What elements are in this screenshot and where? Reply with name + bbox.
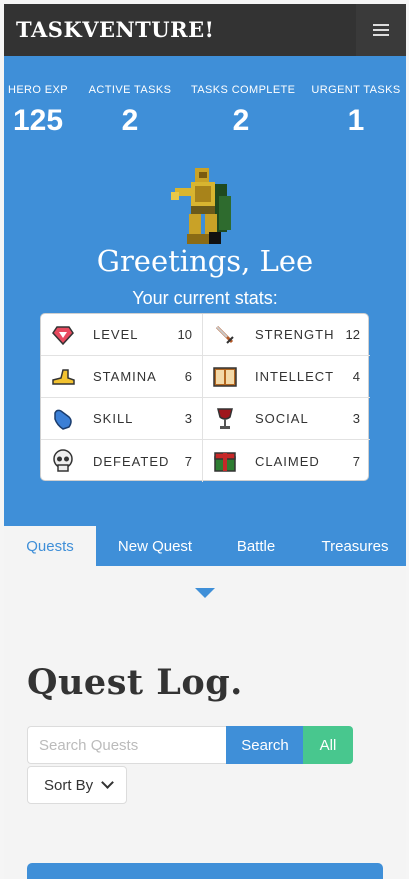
stat-value: 12	[345, 327, 360, 342]
stat-intellect: INTELLECT 4	[203, 356, 370, 398]
gem-icon	[51, 323, 75, 347]
gauntlet-icon	[51, 407, 75, 431]
summary-value: 2	[121, 104, 139, 137]
caret-down-icon	[195, 588, 215, 598]
app-page: TASKVENTURE! HERO EXP 125 ACTIVE TASKS 2…	[4, 4, 406, 879]
stat-value: 3	[184, 411, 192, 426]
stat-name: STRENGTH	[255, 327, 335, 342]
summary-value: 125	[12, 104, 64, 137]
sort-dropdown[interactable]: Sort By	[27, 766, 127, 804]
treasure-chest-icon	[213, 449, 237, 473]
stat-value: 7	[352, 453, 360, 469]
menu-button[interactable]	[356, 4, 406, 56]
stat-value: 3	[352, 411, 360, 426]
stat-stamina: STAMINA 6	[41, 356, 203, 398]
stat-level: LEVEL 10	[41, 314, 203, 356]
stat-defeated: DEFEATED 7	[41, 440, 203, 482]
search-input[interactable]	[27, 726, 226, 764]
skull-icon	[51, 449, 75, 473]
stat-name: CLAIMED	[255, 453, 320, 469]
all-button[interactable]: All	[303, 726, 353, 764]
stat-claimed: CLAIMED 7	[203, 440, 370, 482]
tab-bar: Quests New Quest Battle Treasures	[4, 526, 406, 566]
quest-card[interactable]	[27, 863, 383, 879]
stat-name: LEVEL	[93, 327, 139, 342]
stat-name: DEFEATED	[93, 453, 170, 469]
sort-label: Sort By	[44, 776, 94, 794]
summary-hero-exp: HERO EXP 125	[6, 84, 70, 138]
goblet-icon	[213, 407, 237, 431]
brand-logo[interactable]: TASKVENTURE!	[16, 17, 214, 42]
stat-skill: SKILL 3	[41, 398, 203, 440]
stat-value: 10	[177, 327, 192, 342]
tab-battle[interactable]: Battle	[226, 526, 286, 566]
stat-name: SOCIAL	[255, 411, 309, 426]
sword-icon	[213, 323, 237, 347]
knight-sprite-icon	[171, 168, 231, 244]
summary-tasks-complete: TASKS COMPLETE 2	[191, 84, 296, 138]
stat-name: INTELLECT	[255, 369, 335, 384]
stats-subtitle: Your current stats:	[132, 288, 278, 308]
boot-icon	[51, 365, 75, 389]
quest-log-title: Quest Log.	[27, 662, 243, 703]
summary-active-tasks: ACTIVE TASKS 2	[88, 84, 172, 138]
summary-label: TASKS COMPLETE	[191, 84, 296, 96]
stat-strength: STRENGTH 12	[203, 314, 370, 356]
summary-urgent-tasks: URGENT TASKS 1	[310, 84, 402, 138]
chevron-down-icon	[101, 776, 115, 789]
stats-table: LEVEL 10 STRENGTH 12 STAMINA 6 INTELLECT…	[40, 313, 370, 482]
stat-name: SKILL	[93, 411, 134, 426]
tab-quests[interactable]: Quests	[4, 526, 96, 566]
hamburger-icon	[373, 24, 389, 36]
stat-value: 7	[184, 453, 192, 469]
stat-value: 4	[352, 369, 360, 384]
navbar: TASKVENTURE!	[4, 4, 406, 56]
hero-section: HERO EXP 125 ACTIVE TASKS 2 TASKS COMPLE…	[4, 56, 406, 526]
book-icon	[213, 365, 237, 389]
summary-label: ACTIVE TASKS	[88, 84, 172, 96]
search-button[interactable]: Search	[226, 726, 304, 764]
stat-name: STAMINA	[93, 369, 157, 384]
tab-new-quest[interactable]: New Quest	[104, 526, 206, 566]
stat-value: 6	[184, 369, 192, 384]
summary-label: URGENT TASKS	[311, 84, 401, 96]
tab-treasures[interactable]: Treasures	[310, 526, 400, 566]
summary-value: 1	[347, 104, 365, 137]
summary-label: HERO EXP	[7, 84, 69, 96]
greeting-heading: Greetings, Lee	[96, 244, 314, 278]
stat-social: SOCIAL 3	[203, 398, 370, 440]
summary-value: 2	[232, 104, 250, 137]
